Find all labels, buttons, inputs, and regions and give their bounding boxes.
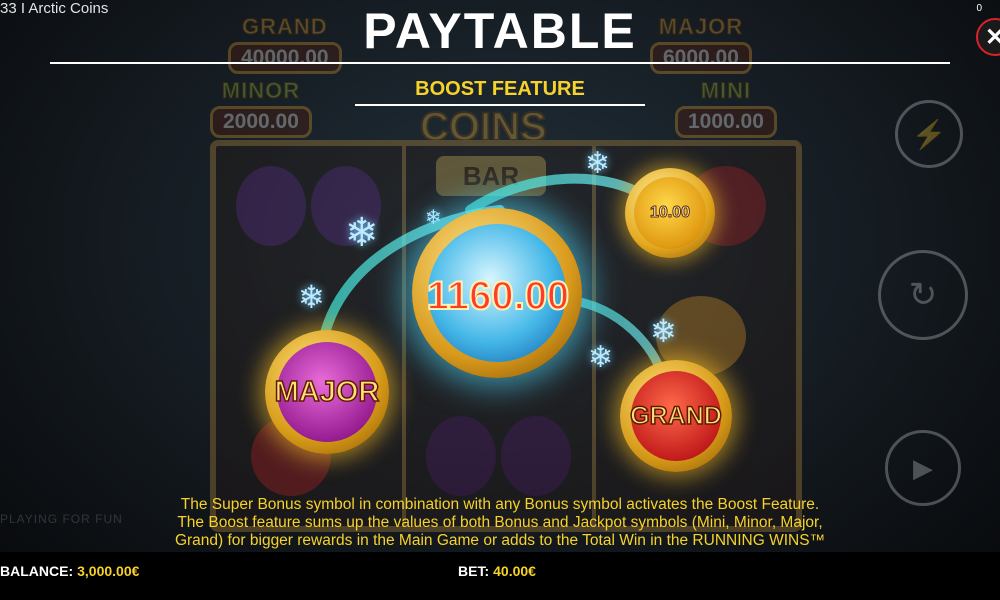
bonus-coin-value: 10.00 — [649, 204, 691, 222]
major-coin-label: MAJOR — [274, 375, 380, 409]
super-bonus-value: 1160.00 — [426, 273, 570, 319]
feature-description: The Super Bonus symbol in combination wi… — [40, 496, 960, 550]
description-line: The Super Bonus symbol in combination wi… — [180, 496, 820, 513]
bet-label: BET: — [458, 563, 490, 579]
major-coin: MAJOR — [265, 330, 389, 454]
balance-value: 3,000.00€ — [77, 563, 140, 579]
bet-value: 40.00€ — [493, 563, 536, 579]
description-line: The Boost feature sums up the values of … — [177, 514, 823, 531]
snowflake-icon: ❄ — [298, 279, 325, 315]
bet-display: BET: 40.00€ — [458, 563, 536, 579]
game-stage: GRAND 40000.00 MAJOR 6000.00 MINOR 2000.… — [0, 0, 1000, 600]
bonus-coin: 10.00 — [625, 168, 715, 258]
description-line: Grand) for bigger rewards in the Main Ga… — [174, 532, 826, 549]
snowflake-icon: ❄ — [585, 147, 611, 180]
balance-label: BALANCE: — [0, 563, 74, 579]
snowflake-icon: ❄ — [345, 211, 379, 255]
snowflake-icon: ❄ — [588, 341, 614, 374]
snowflake-icon: ❄ — [650, 313, 677, 349]
grand-coin-label: GRAND — [629, 401, 722, 431]
grand-coin: GRAND — [620, 360, 732, 472]
snowflake-icon: ❄ — [425, 207, 442, 229]
balance-display: BALANCE: 3,000.00€ — [0, 563, 139, 579]
